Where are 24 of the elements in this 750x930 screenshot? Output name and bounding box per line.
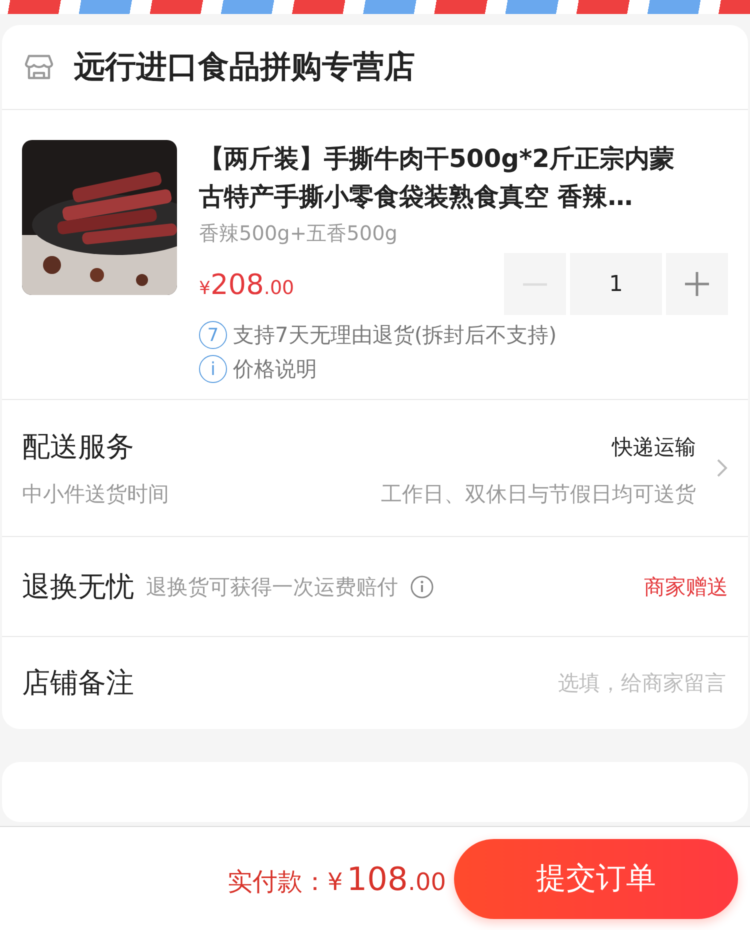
remark-field[interactable]: 选填，给商家留言 bbox=[146, 670, 728, 696]
shop-name[interactable]: 远行进口食品拼购专营店 bbox=[74, 46, 415, 88]
row-hint: 退换货可获得一次运费赔付 bbox=[146, 574, 398, 600]
total-price: 实付款：¥108.00 bbox=[227, 860, 446, 898]
row-value: 商家赠送 bbox=[644, 574, 728, 600]
circled-glyph-icon: i bbox=[199, 355, 227, 383]
circled-glyph-icon: 7 bbox=[199, 321, 227, 349]
row-sub-label: 中小件送货时间 bbox=[22, 481, 169, 508]
product-spec: 香辣500g+五香500g bbox=[199, 220, 398, 247]
delivery-time-text: 工作日、双休日与节假日均可送货 bbox=[381, 481, 696, 508]
row-label: 退换无忧 bbox=[22, 568, 134, 604]
product-price: ¥208.00 bbox=[199, 268, 294, 300]
store-icon bbox=[24, 52, 54, 82]
service-note: 价格说明 bbox=[233, 356, 317, 383]
info-icon[interactable] bbox=[410, 574, 434, 598]
chevron-right-icon[interactable] bbox=[716, 458, 728, 478]
plus-button[interactable] bbox=[666, 253, 728, 315]
quantity-field[interactable]: 1 bbox=[570, 253, 662, 315]
plus-icon bbox=[684, 271, 710, 297]
row-label: 配送服务 bbox=[22, 429, 134, 465]
product-title[interactable]: 【两斤装】手撕牛肉干500g*2斤正宗内蒙古特产手撕小零食袋装熟食真空 香辣… bbox=[199, 140, 689, 216]
service-note: 支持7天无理由退货(拆封后不支持) bbox=[233, 322, 557, 349]
row-label: 店铺备注 bbox=[22, 665, 134, 701]
delivery-method[interactable]: 快递运输 bbox=[612, 433, 696, 461]
